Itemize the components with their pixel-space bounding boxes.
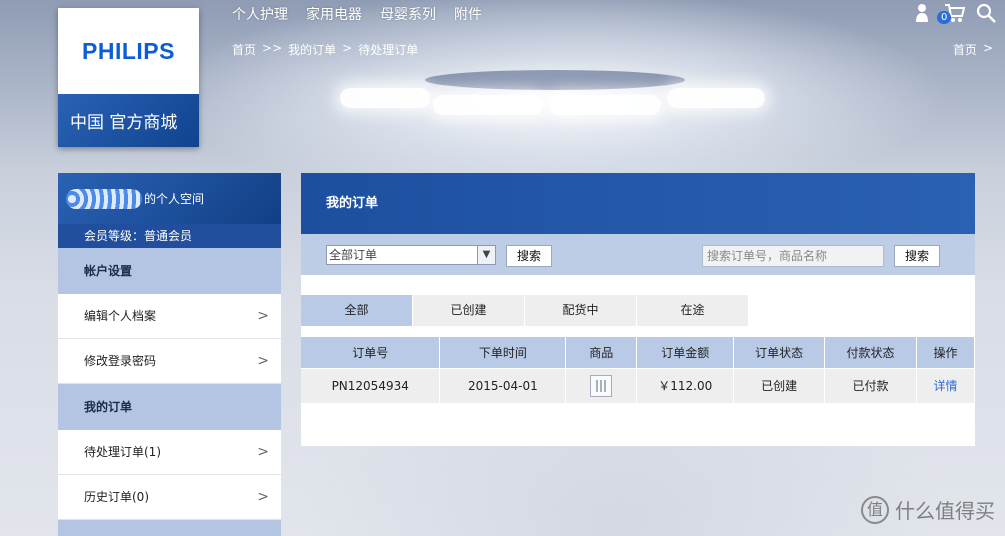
sidebar-item-label: 待处理订单(1) — [84, 445, 161, 459]
order-detail-link[interactable]: 详情 — [933, 379, 957, 393]
orders-content: 全部 已创建 配货中 在途 订单号 下单时间 商品 订单金额 订单状态 付款状态… — [301, 275, 975, 446]
account-sidebar: 的个人空间 会员等级：普通会员 帐户设置 编辑个人档案 > 修改登录密码 > 我… — [58, 173, 281, 536]
breadcrumb: 首页 >> 我的订单 > 待处理订单 — [232, 41, 418, 58]
nav-accessories[interactable]: 附件 — [454, 4, 482, 24]
filter-search-button[interactable]: 搜索 — [506, 245, 553, 267]
column-header: 下单时间 — [439, 337, 567, 368]
table-header-row: 订单号 下单时间 商品 订单金额 订单状态 付款状态 操作 — [301, 337, 975, 368]
breadcrumb-separator: > — [342, 41, 353, 55]
sidebar-item-order-history[interactable]: 历史订单(0) > — [58, 475, 281, 520]
sidebar-item-pending-orders[interactable]: 待处理订单(1) > — [58, 430, 281, 475]
order-search-input[interactable]: 搜索订单号，商品名称 — [702, 245, 884, 267]
order-type-select[interactable]: 全部订单 ▼ — [326, 245, 496, 265]
section-next-cut-off — [58, 520, 281, 536]
tab-preparing[interactable]: 配货中 — [525, 295, 637, 326]
ceiling-light — [433, 95, 543, 115]
watermark: 值 什么值得买 — [861, 495, 995, 524]
cart-icon[interactable]: 0 — [937, 2, 966, 24]
order-status: 已创建 — [733, 367, 826, 403]
column-header: 付款状态 — [824, 337, 917, 368]
ceiling-lamp-ring — [425, 70, 685, 90]
store-subtitle: 中国 官方商城 — [70, 113, 178, 133]
orders-panel: 我的订单 全部订单 ▼ 搜索 搜索订单号，商品名称 搜索 全部 已创建 配货中 … — [301, 173, 975, 446]
nav-home-appliances[interactable]: 家用电器 — [306, 4, 362, 24]
order-type-value: 全部订单 — [329, 248, 378, 262]
home-link-label: 首页 — [952, 43, 977, 57]
chevron-right-icon: > — [257, 353, 269, 369]
column-header: 订单状态 — [733, 337, 826, 368]
chevron-right-icon: > — [257, 489, 269, 505]
tab-in-transit[interactable]: 在途 — [637, 295, 749, 326]
column-header: 操作 — [916, 337, 975, 368]
chevron-right-icon: > — [257, 444, 269, 460]
breadcrumb-orders[interactable]: 我的订单 — [288, 41, 336, 58]
order-search-button[interactable]: 搜索 — [894, 245, 941, 267]
sidebar-item-label: 修改登录密码 — [84, 354, 157, 368]
product-cell — [565, 367, 638, 403]
brand-name: PHILIPS — [82, 37, 175, 64]
product-thumbnail[interactable] — [590, 374, 613, 397]
order-amount: ￥112.00 — [636, 367, 735, 403]
header-icons: 0 — [911, 2, 997, 24]
home-link-right[interactable]: 首页 > — [953, 41, 993, 58]
sidebar-item-edit-profile[interactable]: 编辑个人档案 > — [58, 294, 281, 339]
user-space-label: 的个人空间 — [144, 192, 205, 206]
site-logo[interactable]: PHILIPS 中国 官方商城 — [58, 8, 199, 147]
order-status-tabs: 全部 已创建 配货中 在途 — [301, 295, 749, 326]
order-filter-bar: 全部订单 ▼ 搜索 搜索订单号，商品名称 搜索 — [301, 234, 975, 275]
chevron-right-icon: > — [257, 308, 269, 324]
user-icon[interactable] — [911, 2, 933, 24]
breadcrumb-home[interactable]: 首页 — [232, 41, 256, 58]
watermark-logo: 值 — [861, 495, 889, 524]
sidebar-item-label: 历史订单(0) — [84, 490, 149, 504]
column-header: 订单金额 — [636, 337, 735, 368]
sidebar-item-label: 编辑个人档案 — [84, 309, 157, 323]
section-my-orders: 我的订单 — [58, 384, 281, 430]
column-header: 订单号 — [301, 337, 441, 368]
payment-status: 已付款 — [824, 367, 917, 403]
search-icon[interactable] — [975, 2, 997, 24]
ceiling-light — [340, 88, 430, 108]
order-date: 2015-04-01 — [439, 367, 567, 403]
tab-created[interactable]: 已创建 — [413, 295, 525, 326]
column-header: 商品 — [565, 337, 638, 368]
chevron-right-icon: > — [982, 41, 993, 55]
nav-personal-care[interactable]: 个人护理 — [232, 4, 288, 24]
user-space-header: 的个人空间 — [58, 173, 281, 224]
chevron-down-icon: ▼ — [477, 246, 495, 264]
top-navigation: 个人护理 家用电器 母婴系列 附件 — [232, 4, 482, 24]
action-cell: 详情 — [916, 367, 975, 403]
ceiling-light — [667, 88, 765, 108]
breadcrumb-current: 待处理订单 — [358, 43, 419, 57]
order-number: PN12054934 — [301, 367, 441, 403]
redacted-username — [66, 188, 142, 209]
sidebar-item-change-password[interactable]: 修改登录密码 > — [58, 339, 281, 384]
nav-mother-baby[interactable]: 母婴系列 — [380, 4, 436, 24]
breadcrumb-separator: >> — [262, 41, 283, 55]
ceiling-light — [549, 95, 661, 115]
orders-table: 订单号 下单时间 商品 订单金额 订单状态 付款状态 操作 PN12054934… — [301, 337, 975, 403]
watermark-text: 什么值得买 — [895, 499, 995, 523]
table-row: PN12054934 2015-04-01 ￥112.00 已创建 已付款 详情 — [301, 367, 975, 403]
tab-all[interactable]: 全部 — [301, 295, 413, 326]
section-account-settings: 帐户设置 — [58, 248, 281, 294]
page-title: 我的订单 — [301, 173, 975, 234]
member-level: 会员等级：普通会员 — [58, 224, 281, 248]
